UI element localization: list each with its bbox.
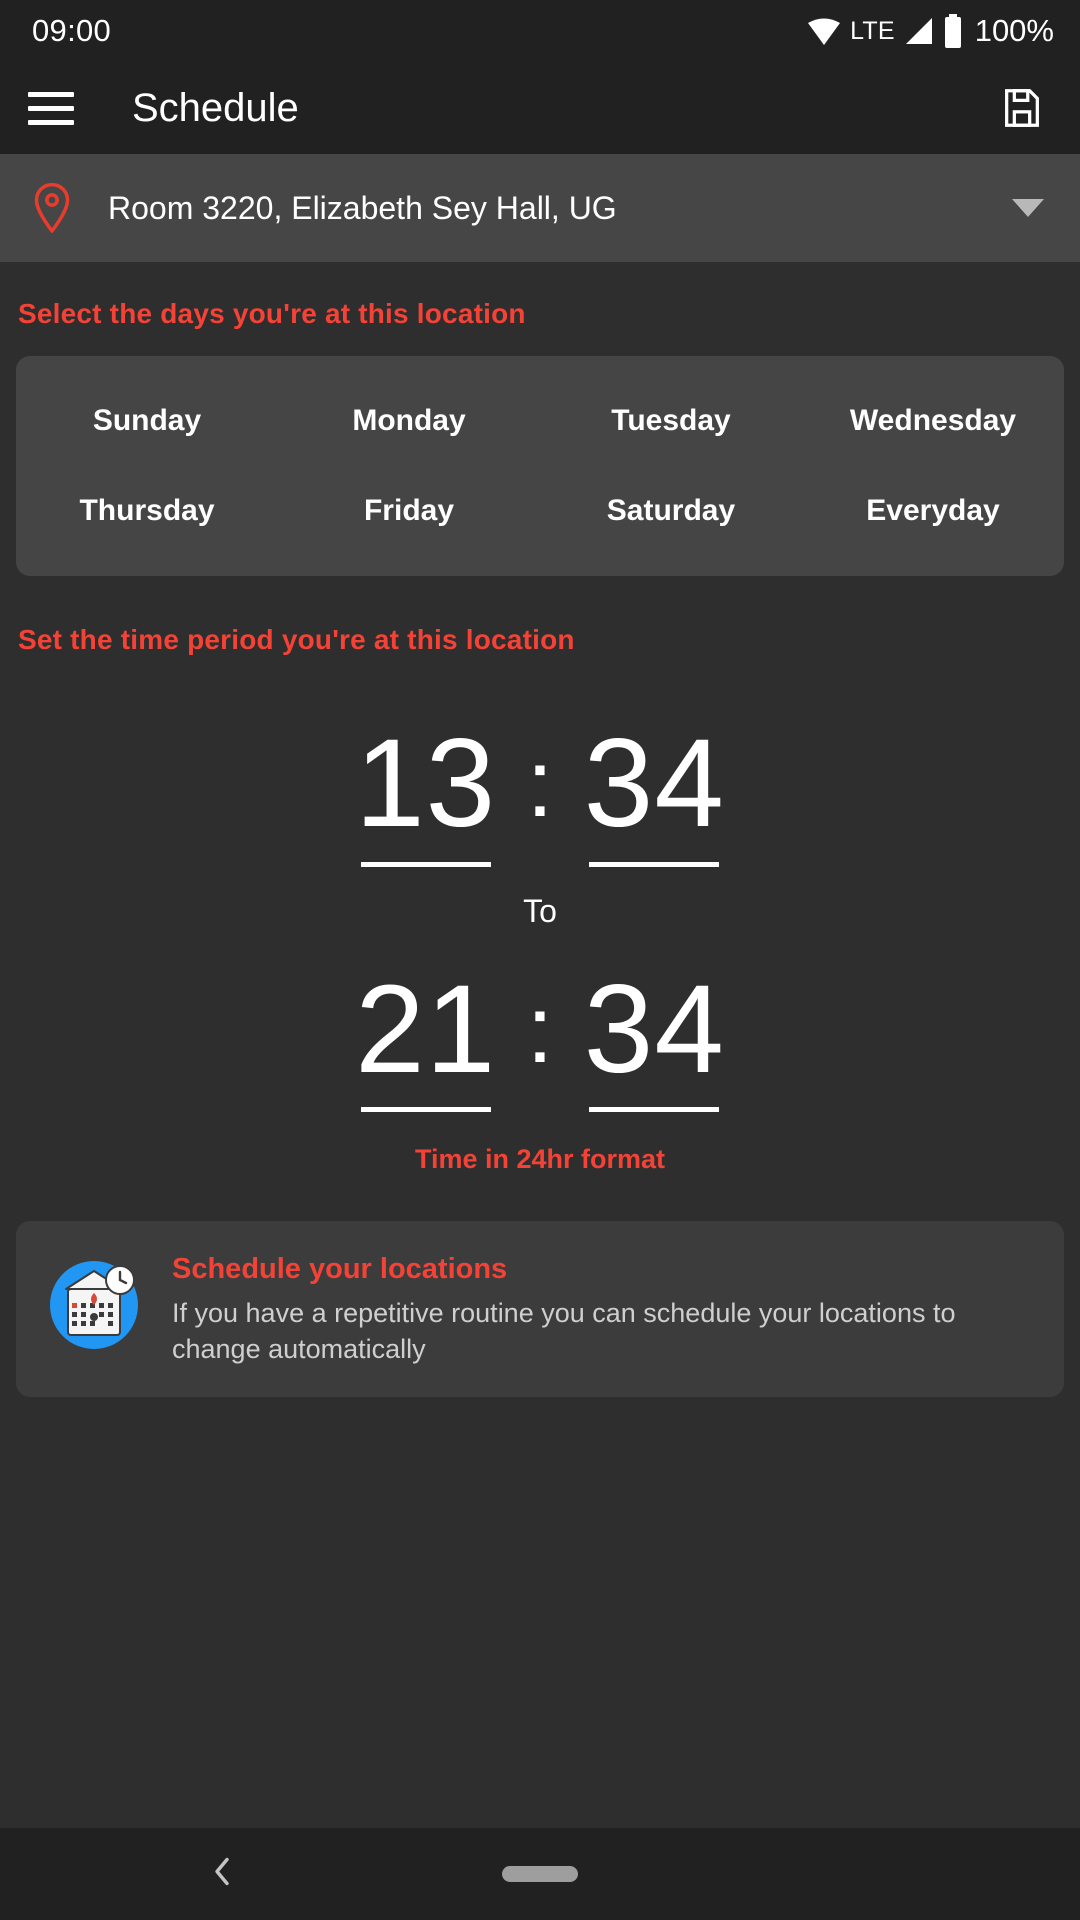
end-minute-value: 34 bbox=[583, 959, 725, 1099]
day-option-everyday[interactable]: Everyday bbox=[802, 486, 1064, 536]
end-hour-value: 21 bbox=[355, 959, 497, 1099]
start-time-row: 13 : 34 bbox=[341, 720, 740, 867]
map-pin-icon bbox=[30, 182, 74, 234]
content-bottom-spacer bbox=[0, 1766, 1080, 1828]
days-selection-card: Sunday Monday Tuesday Wednesday Thursday… bbox=[16, 356, 1064, 576]
time-section-label: Set the time period you're at this locat… bbox=[18, 624, 575, 655]
wifi-icon bbox=[807, 16, 841, 46]
info-card: Schedule your locations If you have a re… bbox=[16, 1221, 1064, 1398]
battery-icon bbox=[943, 14, 963, 48]
status-bar: 09:00 LTE 100% bbox=[0, 0, 1080, 62]
end-time-row: 21 : 34 bbox=[341, 959, 740, 1112]
network-type-label: LTE bbox=[850, 16, 895, 45]
location-value: Room 3220, Elizabeth Sey Hall, UG bbox=[108, 189, 617, 226]
day-option-monday[interactable]: Monday bbox=[278, 396, 540, 446]
day-option-thursday[interactable]: Thursday bbox=[16, 486, 278, 536]
location-selector[interactable]: Room 3220, Elizabeth Sey Hall, UG bbox=[0, 154, 1080, 262]
time-format-note: Time in 24hr format bbox=[414, 1144, 666, 1174]
day-option-saturday[interactable]: Saturday bbox=[540, 486, 802, 536]
battery-percentage: 100% bbox=[974, 13, 1054, 48]
days-section-label: Select the days you're at this location bbox=[18, 298, 526, 329]
status-indicators: LTE 100% bbox=[807, 13, 1054, 49]
main-content: Select the days you're at this location … bbox=[0, 262, 1080, 1766]
hamburger-menu-icon[interactable] bbox=[28, 80, 84, 136]
info-card-text: Schedule your locations If you have a re… bbox=[172, 1249, 1038, 1367]
start-time-separator: : bbox=[526, 730, 554, 837]
day-option-friday[interactable]: Friday bbox=[278, 486, 540, 536]
time-period-picker: 13 : 34 To 21 : 34 Time in 24hr format bbox=[0, 720, 1080, 1175]
day-option-wednesday[interactable]: Wednesday bbox=[802, 396, 1064, 446]
end-time-separator: : bbox=[526, 975, 554, 1083]
days-row: Thursday Friday Saturday Everyday bbox=[16, 486, 1064, 536]
end-hour-field[interactable]: 21 bbox=[341, 959, 511, 1112]
app-screen: 09:00 LTE 100% Schedule Room 3220, Eliza… bbox=[0, 0, 1080, 1920]
start-hour-value: 13 bbox=[355, 714, 497, 853]
system-navigation-bar bbox=[0, 1828, 1080, 1920]
days-row: Sunday Monday Tuesday Wednesday bbox=[16, 396, 1064, 446]
day-option-tuesday[interactable]: Tuesday bbox=[540, 396, 802, 446]
info-card-title: Schedule your locations bbox=[172, 1253, 508, 1285]
status-clock: 09:00 bbox=[32, 13, 112, 48]
back-chevron-icon[interactable] bbox=[205, 1852, 239, 1897]
calendar-clock-icon bbox=[42, 1249, 146, 1353]
end-minute-field[interactable]: 34 bbox=[569, 959, 739, 1112]
day-option-sunday[interactable]: Sunday bbox=[16, 396, 278, 446]
end-hour-underline bbox=[360, 1107, 491, 1112]
start-minute-field[interactable]: 34 bbox=[569, 720, 739, 867]
chevron-down-icon[interactable] bbox=[1012, 199, 1044, 217]
page-title: Schedule bbox=[132, 85, 299, 130]
cellular-signal-icon bbox=[904, 16, 934, 46]
start-minute-value: 34 bbox=[583, 714, 725, 853]
app-bar: Schedule bbox=[0, 62, 1080, 154]
start-hour-field[interactable]: 13 bbox=[341, 720, 511, 867]
home-gesture-pill[interactable] bbox=[502, 1866, 578, 1882]
info-card-body: If you have a repetitive routine you can… bbox=[172, 1298, 956, 1364]
end-minute-underline bbox=[589, 1107, 720, 1112]
start-hour-underline bbox=[360, 861, 491, 867]
start-minute-underline bbox=[589, 861, 720, 867]
save-icon[interactable] bbox=[994, 80, 1050, 136]
to-label: To bbox=[523, 892, 557, 929]
